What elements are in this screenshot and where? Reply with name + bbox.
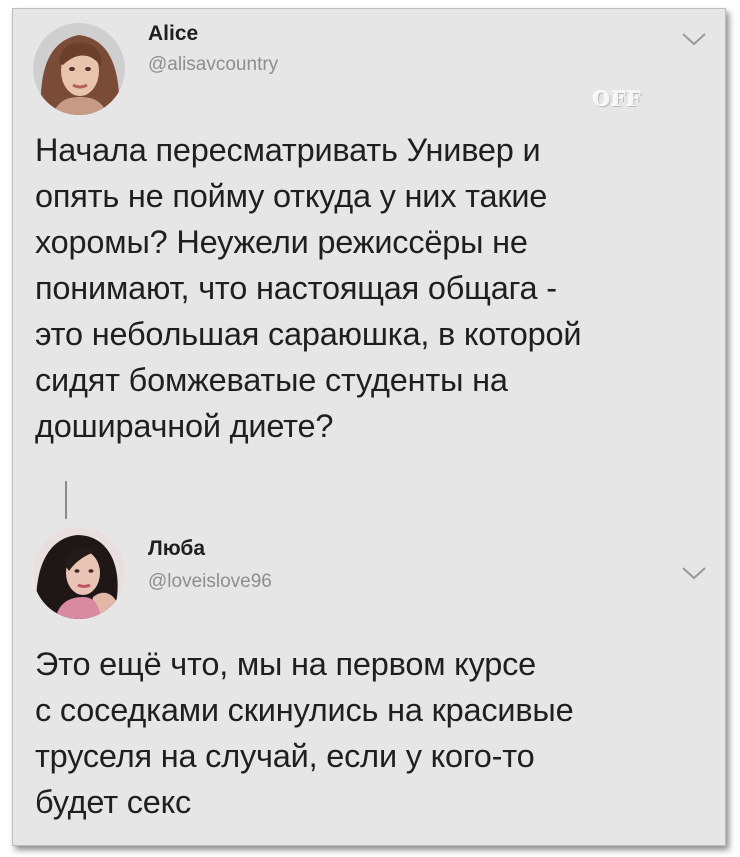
thread-connector-line xyxy=(65,481,67,519)
user-avatar-icon xyxy=(33,527,125,619)
tweet2-author-handle[interactable]: @loveislove96 xyxy=(148,571,272,593)
tweet1-line: понимают, что настоящая общага - xyxy=(35,270,557,306)
chevron-down-icon[interactable] xyxy=(681,31,707,47)
tweet2-line: Это ещё что, мы на первом курсе xyxy=(35,646,537,682)
luba-avatar[interactable] xyxy=(33,527,125,619)
tweet2-line: труселя на случай, если у кого-то xyxy=(35,738,535,774)
alice-avatar[interactable] xyxy=(33,23,125,115)
tweet1-line: сидят бомжеватые студенты на xyxy=(35,362,508,398)
tweet2-author-name[interactable]: Люба xyxy=(148,537,205,561)
tweet1-body: Начала пересматривать Универ и опять не … xyxy=(35,127,582,449)
tweet1-line: опять не пойму откуда у них такие xyxy=(35,178,548,214)
tweet2-line: будет секс xyxy=(35,784,192,820)
chevron-down-icon[interactable] xyxy=(681,565,707,581)
tweet1-line: доширачной диете? xyxy=(35,408,334,444)
tweet1-author-name[interactable]: Alice xyxy=(148,22,198,46)
tweet1-author-handle[interactable]: @alisavcountry xyxy=(148,54,278,76)
tweet2-body: Это ещё что, мы на первом курсе с соседк… xyxy=(35,641,574,825)
watermark-logo: OFF xyxy=(593,87,642,111)
tweet1-line: хоромы? Неужели режиссёры не xyxy=(35,224,528,260)
tweet1-line: это небольшая сараюшка, в которой xyxy=(35,316,582,352)
tweet-screenshot-card: Alice @alisavcountry OFF Начала пересмат… xyxy=(12,8,726,846)
tweet1-line: Начала пересматривать Универ и xyxy=(35,132,541,168)
tweet2-line: с соседками скинулись на красивые xyxy=(35,692,574,728)
user-avatar-icon xyxy=(33,23,125,115)
